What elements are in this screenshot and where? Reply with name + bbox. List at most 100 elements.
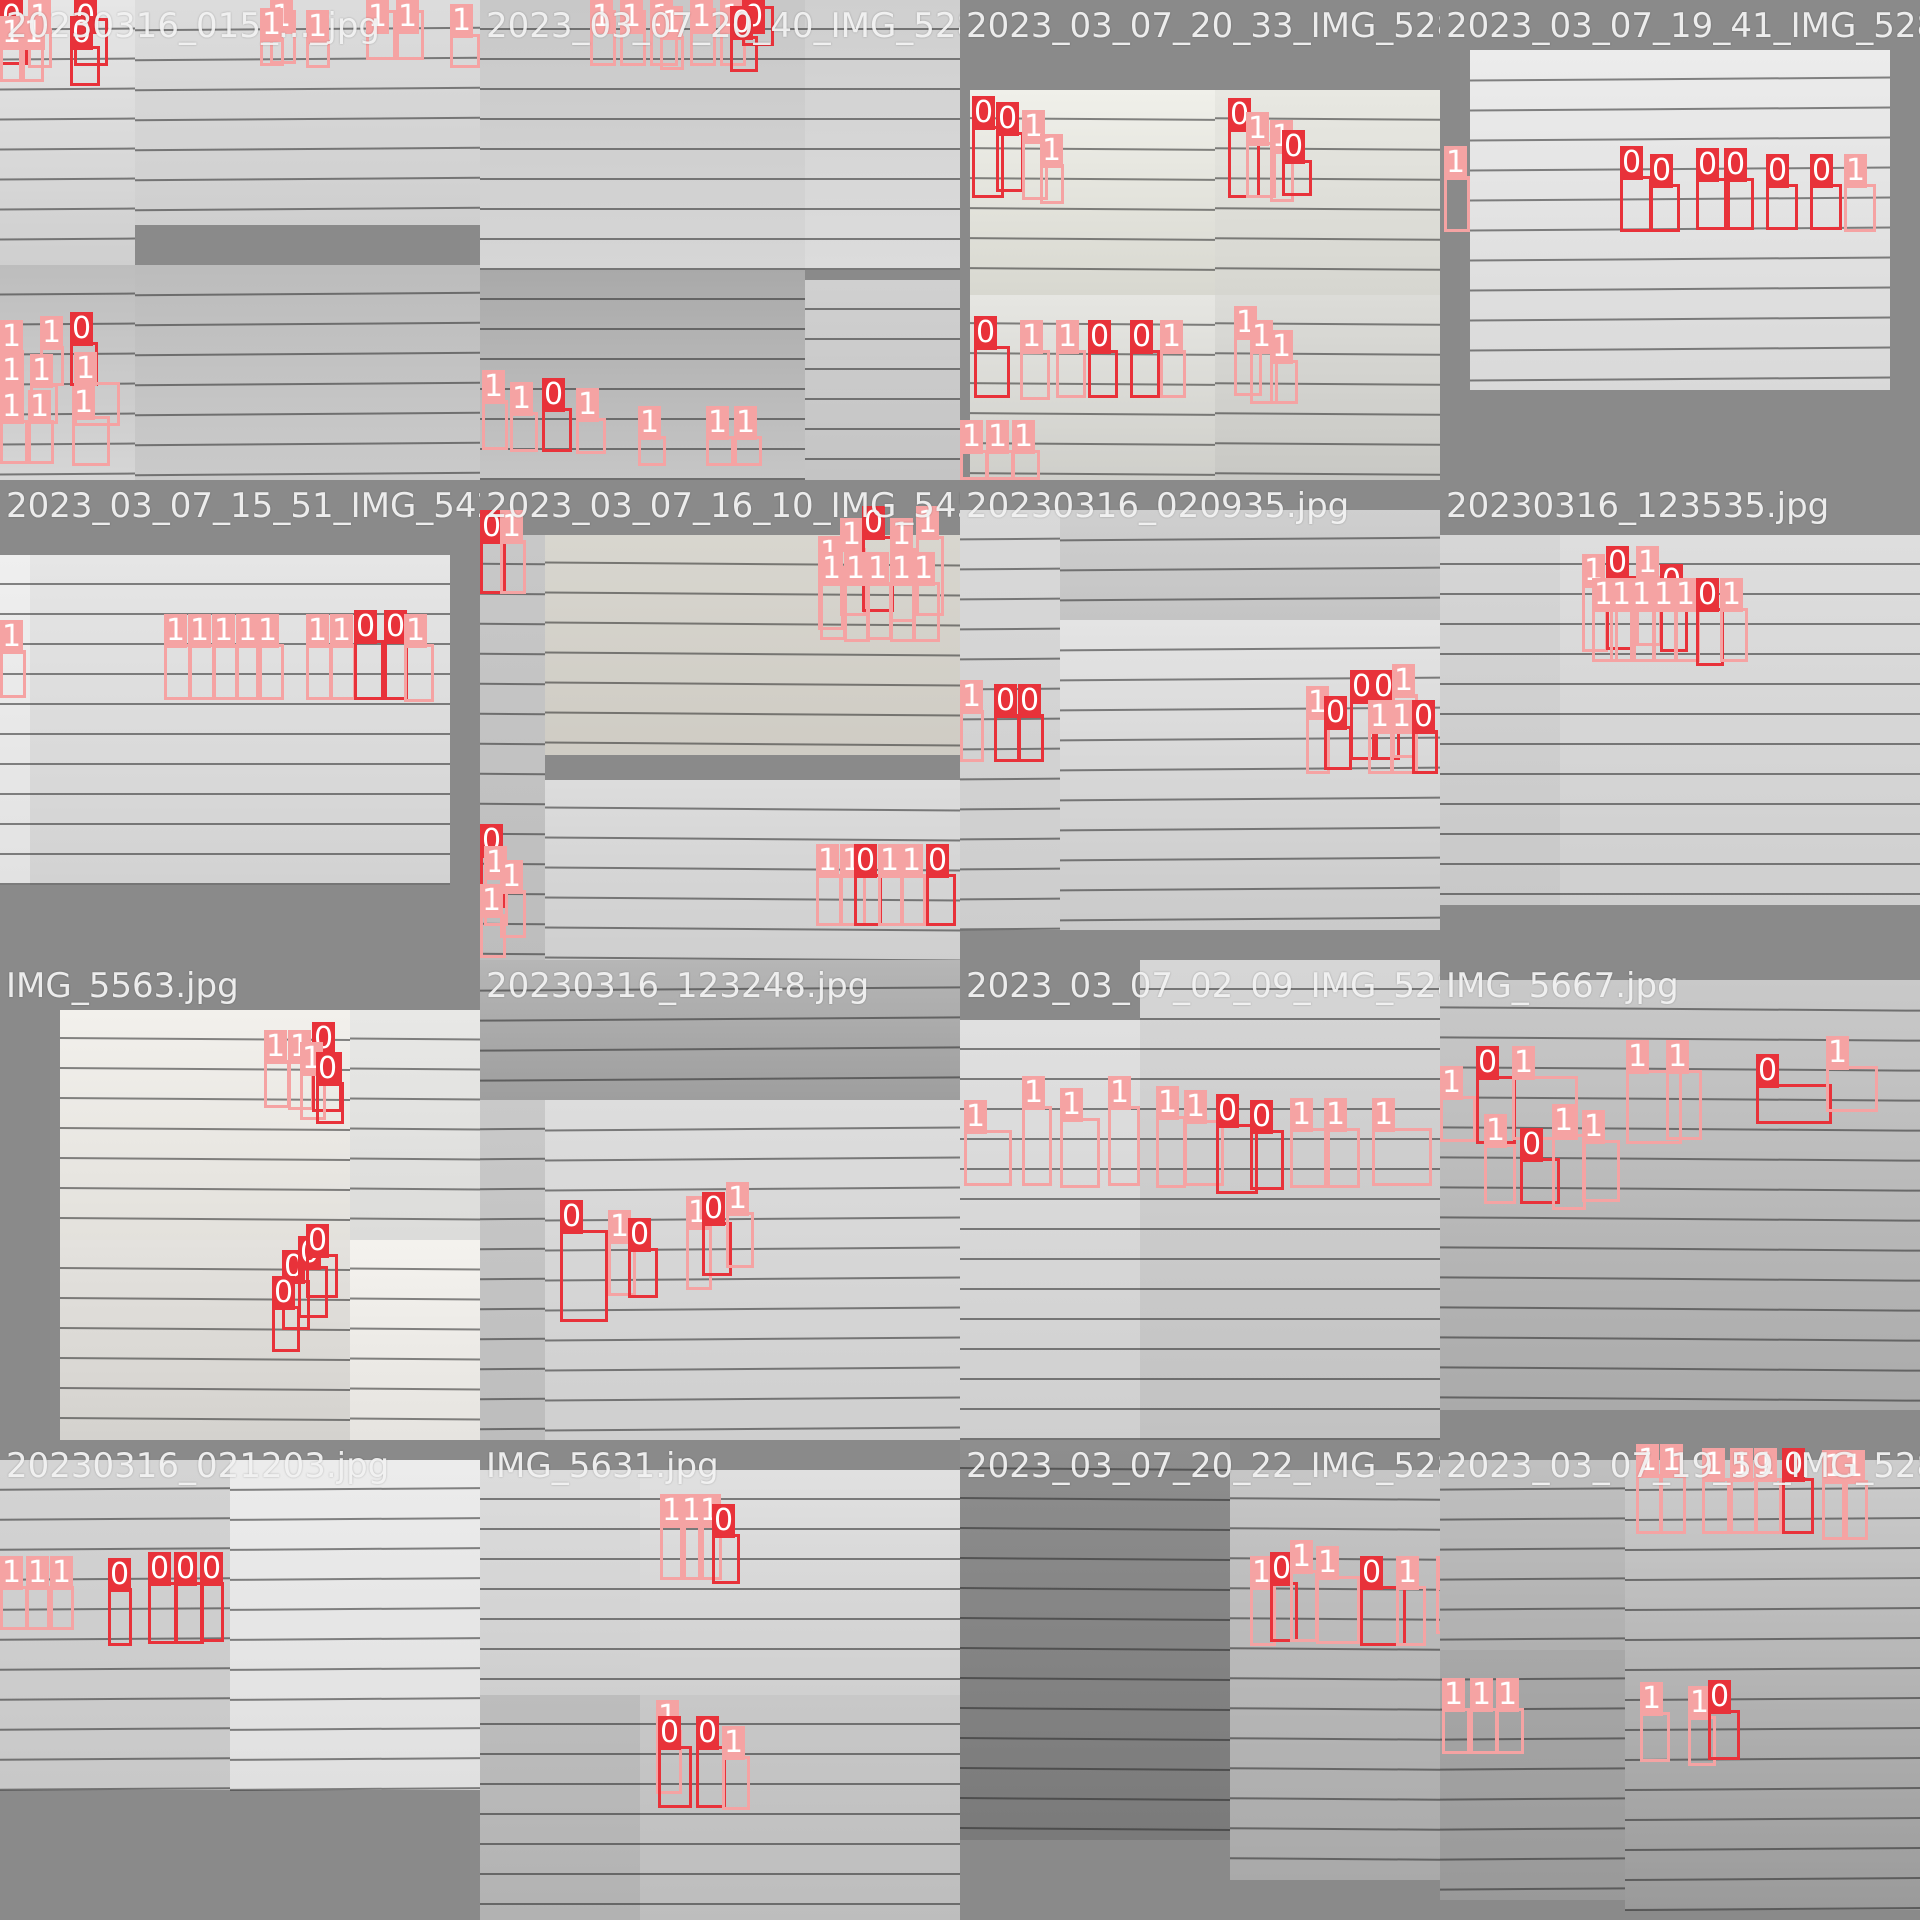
class-label: 1 <box>1640 1681 1664 1716</box>
ruled-line <box>30 853 450 855</box>
ruled-line <box>1440 803 1560 805</box>
ruled-line <box>544 1396 960 1402</box>
ruled-line <box>229 1547 480 1551</box>
ruled-line <box>1624 1606 1920 1612</box>
detection-box <box>1130 350 1160 398</box>
mosaic-tile: 01011011111111011111120230316_015_..._jp… <box>0 0 480 480</box>
ruled-line <box>960 1228 1140 1230</box>
ruled-line <box>1440 1306 1920 1312</box>
detection-box <box>22 46 44 82</box>
tile-filename: 20230316_015_..._jpg <box>6 6 380 46</box>
ruled-line <box>960 627 1061 631</box>
ruled-line <box>0 733 30 735</box>
paper-region <box>30 555 450 885</box>
tile-filename: 20230316_021203.jpg <box>6 1446 390 1486</box>
ruled-line <box>805 118 960 120</box>
detection-box <box>1620 176 1652 232</box>
class-label: 0 <box>1810 153 1834 188</box>
detection-box <box>726 1212 754 1268</box>
ruled-line <box>544 651 960 657</box>
ruled-line <box>969 207 1216 211</box>
class-label: 1 <box>1630 577 1654 612</box>
ruled-line <box>1469 286 1891 292</box>
class-label: 0 <box>316 1051 340 1086</box>
detection-box <box>1324 726 1352 770</box>
ruled-line <box>0 853 30 855</box>
ruled-line <box>1214 412 1440 416</box>
class-label: 0 <box>712 1503 736 1538</box>
ruled-line <box>1560 773 1920 775</box>
detection-box <box>722 1756 750 1810</box>
detection-box <box>866 582 892 640</box>
class-label: 1 <box>1582 1109 1606 1144</box>
detection-box <box>816 874 842 926</box>
ruled-line <box>960 837 1061 841</box>
ruled-line <box>349 1067 480 1071</box>
ruled-line <box>30 703 450 705</box>
ruled-line <box>1440 1246 1920 1252</box>
detection-box <box>70 46 100 86</box>
class-label: 1 <box>1390 699 1414 734</box>
ruled-line <box>0 472 136 476</box>
ruled-line <box>134 471 480 477</box>
ruled-line <box>960 1827 1231 1831</box>
ruled-line <box>1560 743 1920 745</box>
ruled-line <box>805 178 960 180</box>
class-label: 1 <box>890 551 914 586</box>
ruled-line <box>1440 743 1560 745</box>
ruled-line <box>229 1727 480 1731</box>
class-label: 1 <box>40 315 64 350</box>
ruled-line <box>480 238 805 240</box>
ruled-line <box>229 1667 480 1671</box>
ruled-line <box>1624 1696 1920 1702</box>
ruled-line <box>349 1357 480 1361</box>
class-label: 0 <box>1476 1045 1500 1080</box>
ruled-line <box>544 741 960 747</box>
tile-filename: 2023_03_07_20_22_IMG_5282.jpg <box>966 1446 1440 1486</box>
ruled-line <box>134 86 480 92</box>
tile-filename: 20230316_020935.jpg <box>966 486 1350 526</box>
mosaic-tile: 111111001112023_03_07_02_09_IMG_5282.jpg <box>960 960 1440 1440</box>
ruled-line <box>1440 1887 1626 1891</box>
ruled-line <box>349 1297 480 1301</box>
detection-box <box>1040 164 1064 204</box>
ruled-line <box>960 1378 1140 1380</box>
class-label: 1 <box>396 0 420 34</box>
detection-box <box>1552 1134 1586 1210</box>
ruled-line <box>1440 683 1560 685</box>
tile-filename: IMG_5563.jpg <box>6 966 239 1006</box>
class-label: 1 <box>960 679 984 714</box>
ruled-line <box>0 823 30 825</box>
ruled-line <box>0 1667 231 1671</box>
class-label: 1 <box>404 613 428 648</box>
class-label: 1 <box>1020 319 1044 354</box>
ruled-line <box>1469 316 1891 322</box>
ruled-line <box>1059 566 1440 572</box>
detection-box <box>628 1248 658 1298</box>
ruled-line <box>1059 596 1440 602</box>
class-label: 1 <box>1440 1065 1464 1100</box>
detection-box <box>706 436 734 466</box>
class-label: 0 <box>1250 1099 1274 1134</box>
ruled-line <box>1140 1318 1440 1320</box>
ruled-line <box>480 298 805 300</box>
class-label: 1 <box>1316 1545 1340 1580</box>
ruled-line <box>0 1547 231 1551</box>
class-label: 1 <box>844 551 868 586</box>
detection-box <box>1270 360 1298 404</box>
class-label: 0 <box>1724 147 1748 182</box>
ruled-line <box>349 1327 480 1331</box>
ruled-line <box>1229 1737 1440 1741</box>
ruled-line <box>0 793 30 795</box>
class-label: 0 <box>70 311 94 346</box>
paper-region <box>134 265 480 480</box>
ruled-line <box>1440 893 1560 895</box>
ruled-line <box>0 177 136 181</box>
ruled-line <box>805 398 960 400</box>
class-label: 1 <box>1156 1085 1180 1120</box>
class-label: 1 <box>1720 577 1744 612</box>
class-label: 1 <box>706 405 730 440</box>
detection-box <box>1160 350 1186 398</box>
ruled-line <box>544 711 960 717</box>
paper-region <box>1059 620 1440 930</box>
